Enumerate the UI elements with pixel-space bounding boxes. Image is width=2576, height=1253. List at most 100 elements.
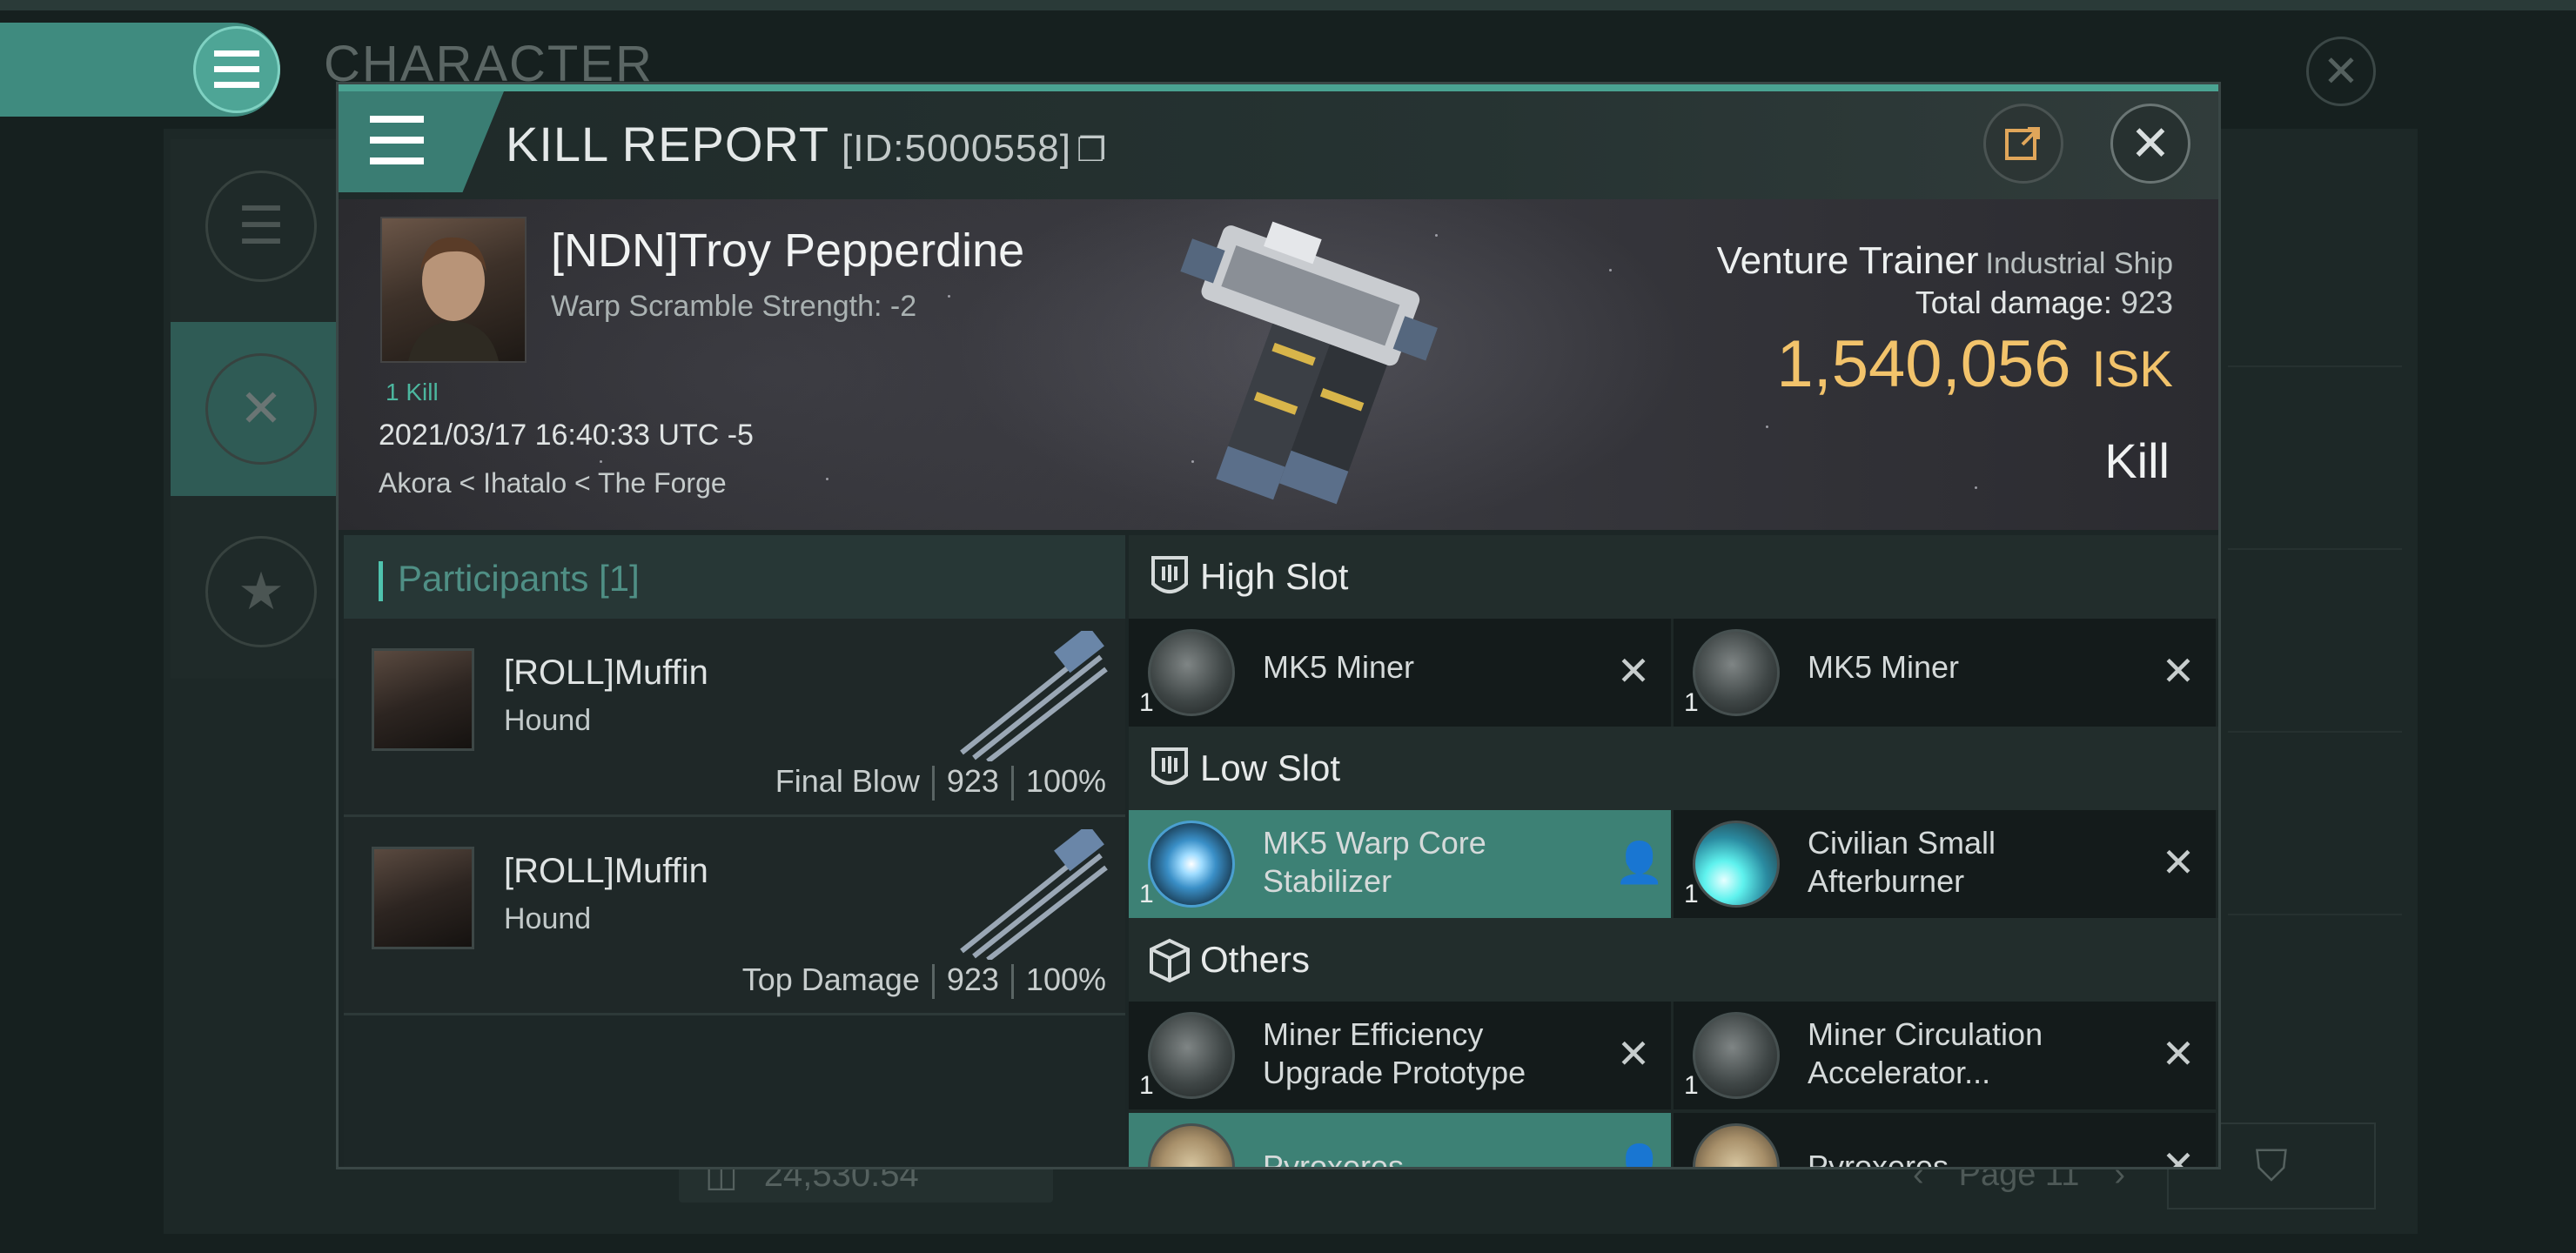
main-menu-button[interactable] [193,26,280,113]
module-name: Civilian Small Afterburner [1808,825,1996,899]
participant-name: [ROLL]Muffin [504,653,708,692]
module-qty: 1 [1684,1071,1699,1100]
ship-name: Venture Trainer Industrial Ship [1717,239,2173,283]
upgrade-module-icon [1148,1012,1235,1099]
participant-stats: Top Damage 923 100% [741,962,1106,1000]
sidebar-list-icon[interactable]: ☰ [205,171,317,282]
close-button[interactable]: ✕ [2110,104,2190,184]
weapon-icon [960,631,1108,761]
destroyed-icon: ✕ [2161,648,2196,694]
module-name: Pyroxeres [1808,1149,1949,1167]
module-qty: 1 [1139,1071,1154,1100]
separator [1010,964,1014,1000]
ore-icon [1148,1123,1235,1167]
report-result: Kill [2104,433,2170,488]
top-strip [0,0,2576,10]
module-item[interactable]: 1 MK5 Warp Core Stabilizer 👤 [1129,810,1674,918]
module-item[interactable]: 1 Miner Circulation Accelerator... ✕ [1674,1002,2218,1109]
kill-datetime: 2021/03/17 16:40:33 UTC -5 [379,419,754,452]
module-item[interactable]: 1 Miner Efficiency Upgrade Prototype ✕ [1129,1002,1674,1109]
module-name: Miner Circulation Accelerator... [1808,1016,2043,1090]
participant-portrait[interactable] [372,847,474,949]
victim-kill-count: 1 Kill [386,379,439,405]
afterburner-icon [1693,821,1780,908]
menu-icon [214,50,259,88]
miner-icon [1693,629,1780,716]
share-button[interactable] [1983,104,2063,184]
module-item[interactable]: 1 MK5 Miner ✕ [1674,619,2218,727]
isk-unit: ISK [2091,341,2174,398]
module-name: MK5 Miner [1263,649,1415,685]
warp-scramble-strength: Warp Scramble Strength: -2 [551,290,917,323]
total-damage: Total damage: 923 [1915,285,2173,321]
module-item[interactable]: 1 Civilian Small Afterburner ✕ [1674,810,2218,918]
destroyed-icon: ✕ [1616,1031,1651,1076]
divider [2228,548,2402,550]
fitting-panel: High Slot 1 MK5 Miner ✕ 1 MK5 Miner ✕ Lo… [1129,535,2218,1167]
total-damage-value: 923 [2120,285,2173,320]
destroyed-icon: ✕ [2161,1142,2196,1167]
destroyed-icon: ✕ [2161,1031,2196,1076]
destroyed-icon: ✕ [1616,648,1651,694]
victim-portrait[interactable] [380,217,527,363]
share-icon [2005,127,2040,160]
participants-panel: Participants [1] [ROLL]Muffin Hound Fina… [344,535,1125,1167]
kill-report-dialog: KILL REPORT [ID:5000558] ❐ ✕ [NDN]Troy Pep… [336,82,2221,1169]
total-damage-label: Total damage: [1915,285,2112,320]
filter-icon: ⛉ [2255,1141,2288,1190]
ship-name-text: Venture Trainer [1716,239,1979,282]
participant-label: Final Blow [775,763,920,799]
participant-percent: 100% [1025,962,1106,997]
weapon-icon [960,829,1108,960]
dropped-person-icon: 👤 [1614,840,1665,885]
participant-stats: Final Blow 923 100% [775,763,1106,801]
separator [931,964,935,1000]
participant-ship: Hound [504,704,592,737]
module-qty: 1 [1684,688,1699,717]
high-slot-title: High Slot [1200,556,1349,597]
module-item[interactable]: 1 Pyroxeres ✕ [1674,1113,2218,1167]
sidebar-star-icon[interactable]: ★ [205,536,317,647]
module-qty: 1 [1139,688,1154,717]
module-item[interactable]: 1 MK5 Miner ✕ [1129,619,1674,727]
participant-damage: 923 [946,962,999,997]
isk-value-amount: 1,540,056 [1776,327,2071,401]
menu-icon [370,116,424,164]
kill-location: Akora < Ihatalo < The Forge [379,467,727,499]
low-slot-icon [1151,747,1188,785]
copy-icon[interactable]: ❐ [1077,132,1107,169]
module-name: MK5 Warp Core Stabilizer [1263,825,1486,899]
separator [931,766,935,801]
module-qty: 1 [1139,880,1154,908]
participant-row[interactable]: [ROLL]Muffin Hound Final Blow 923 100% [344,619,1125,817]
separator [1010,766,1014,801]
others-header: Others [1129,918,2218,1002]
participant-portrait[interactable] [372,648,474,751]
module-name: Miner Efficiency Upgrade Prototype [1263,1016,1526,1090]
background-close-icon[interactable]: ✕ [2306,37,2376,106]
upgrade-module-icon [1693,1012,1780,1099]
dialog-title-text: KILL REPORT [506,117,830,171]
participants-accent [379,561,383,601]
victim-avatar [408,237,499,361]
destroyed-icon: ✕ [2161,840,2196,885]
participant-name: [ROLL]Muffin [504,852,708,890]
low-slot-title: Low Slot [1200,747,1341,788]
module-qty: 1 [1684,880,1699,908]
miner-icon [1148,629,1235,716]
participants-title: Participants [1] [398,558,640,599]
module-item[interactable]: 1 Pyroxeres 👤 [1129,1113,1674,1167]
dropped-person-icon: 👤 [1614,1142,1665,1167]
module-name: MK5 Miner [1808,649,1960,685]
participant-percent: 100% [1025,763,1106,799]
low-slot-header: Low Slot [1129,727,2218,810]
ship-image [1180,221,1438,505]
participant-label: Top Damage [741,962,920,997]
sidebar-combat-icon[interactable]: ✕ [205,353,317,465]
report-id: [ID:5000558] [842,127,1071,170]
ship-class: Industrial Ship [1985,247,2173,280]
others-title: Others [1200,939,1311,980]
victim-name: [NDN]Troy Pepperdine [551,224,1025,277]
participant-row[interactable]: [ROLL]Muffin Hound Top Damage 923 100% [344,817,1125,1015]
cargo-box-icon [1150,938,1190,983]
